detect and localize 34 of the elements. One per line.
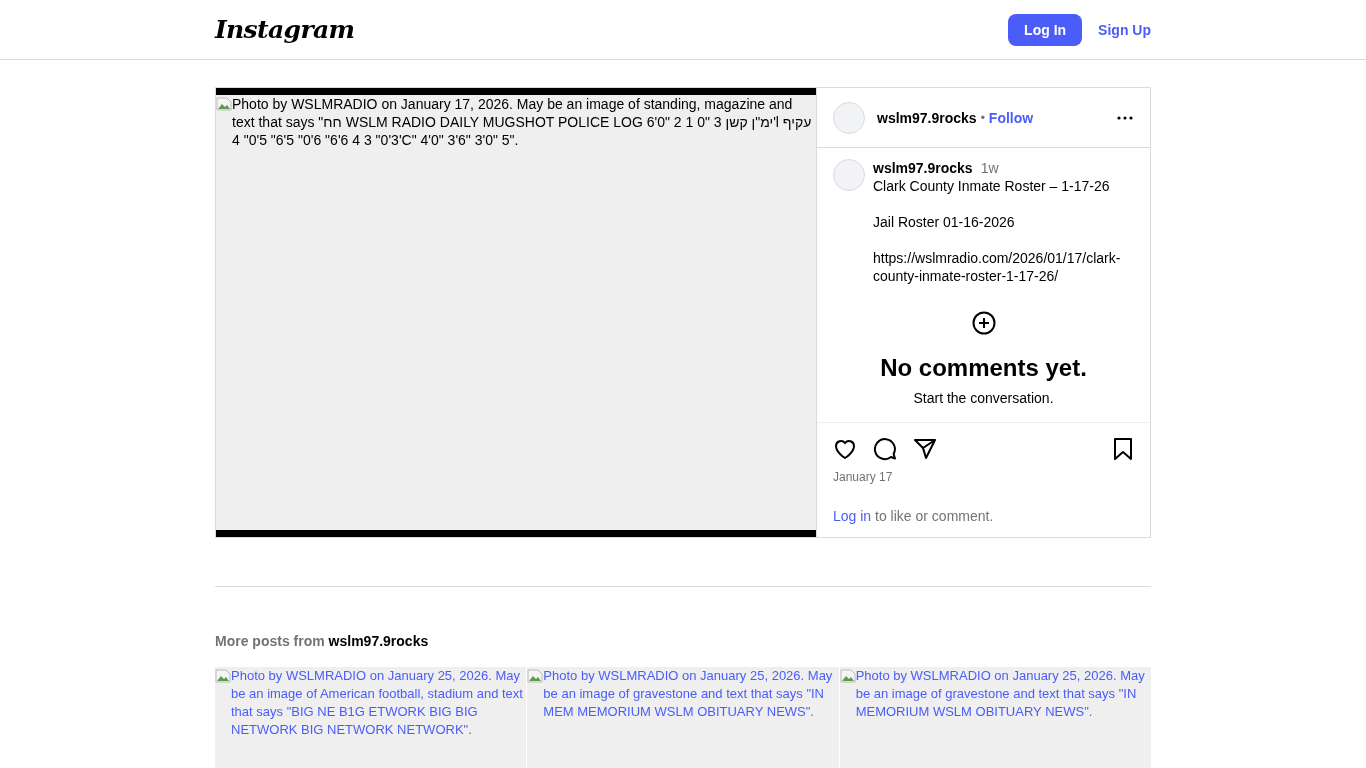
more-posts-author[interactable]: wslm97.9rocks [328,633,429,649]
login-link[interactable]: Log in [833,508,872,524]
caption-text: Jail Roster 01-16-2026 [873,213,1016,231]
no-comments-title: No comments yet. [880,353,1087,383]
caption-author[interactable]: wslm97.9rocks [873,159,973,177]
post-age: 1w [980,159,999,177]
signup-link[interactable]: Sign Up [1098,19,1151,40]
login-button[interactable]: Log In [1008,13,1083,46]
follow-link[interactable]: Follow [988,107,1034,128]
thumbnail-alt-text: Photo by WSLMRADIO on January 25, 2026. May be an image of gravestone and text that says "IN MEM MEMORIUM WSLM OBITUARY NEWS". [543,667,834,721]
post-thumbnail[interactable]: Photo by WSLMRADIO on January 25, 2026. May be an image of American football, stadium and text that says "BIG NE B1G ETWORK BIG BIG NETWORK BIG NETWORK NETWORK". [215,667,527,768]
separator-dot: • [980,109,985,126]
broken-image-icon [839,668,856,684]
more-posts-label: More posts from [215,633,326,649]
broken-image-icon [527,668,544,684]
post-date: January 17 [833,469,894,485]
post-thumbnail[interactable]: Photo by WSLMRADIO on January 25, 2026. May be an image of gravestone and text that says "IN MEM MEMORIUM WSLM OBITUARY NEWS". [527,667,839,768]
thumbnail-alt-text: Photo by WSLMRADIO on January 25, 2026. May be an image of American football, stadium and text that says "BIG NE B1G ETWORK BIG BIG NETWORK BIG NETWORK NETWORK". [231,667,524,739]
caption-text: Clark County Inmate Roster – 1-17-26 [873,177,1111,195]
bookmark-icon[interactable] [1112,437,1134,461]
image-alt-text: Photo by WSLMRADIO on January 17, 2026. May be an image of standing, magazine and text that says "חח WSLM RADIO DAILY MUGSHOT POLICE LOG 6'0" 2 1 ימ"ן קשן 3 "0'l עקיף 3'0" 3 4 6'6" 6'0" 5'6" 5'0" 4'C" 4'0" 3'6" 3'0" 5". [232,95,813,149]
post-thumbnail[interactable]: Photo by WSLMRADIO on January 25, 2026. May be an image of gravestone and text that says "IN MEMORIUM WSLM OBITUARY NEWS". [839,667,1151,768]
share-icon[interactable] [913,437,937,461]
caption-text: https://wslmradio.com/2026/01/17/clark-county-inmate-roster-1-17-26/ [873,249,1122,285]
author-name[interactable]: wslm97.9rocks [877,107,977,128]
no-comments-subtitle: Start the conversation. [913,389,1054,408]
login-prompt-text: to like or comment. [874,508,994,524]
heart-icon[interactable] [833,437,857,461]
thumbnail-alt-text: Photo by WSLMRADIO on January 25, 2026. May be an image of gravestone and text that says "IN MEMORIUM WSLM OBITUARY NEWS". [855,667,1146,721]
instagram-logo[interactable]: Instagram [215,10,355,49]
broken-image-icon [215,668,231,684]
more-options-icon[interactable] [1116,114,1134,121]
add-circle-icon [971,311,996,335]
comment-icon[interactable] [873,437,897,461]
